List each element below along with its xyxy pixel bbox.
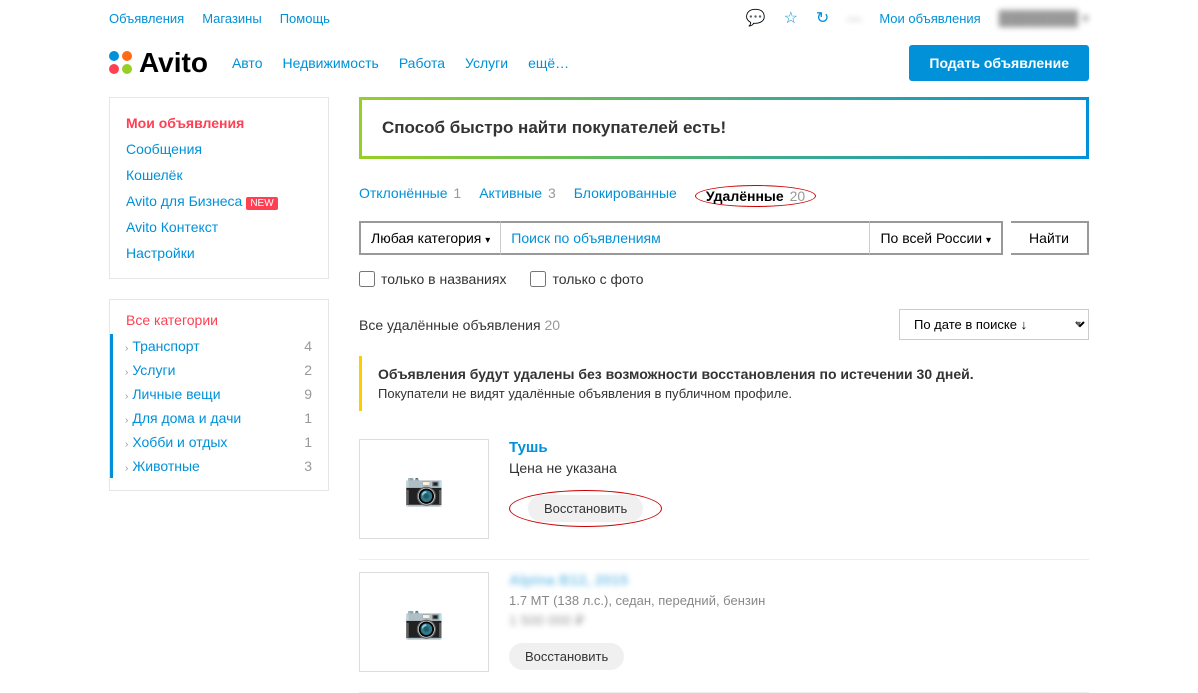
category-link[interactable]: Транспорт — [132, 338, 199, 354]
tab-count: 3 — [548, 185, 556, 201]
restore-highlight: Восстановить — [509, 490, 662, 527]
logo-dots-icon — [109, 51, 133, 75]
user-balance: — — [847, 10, 861, 26]
topbar-right: 💬 ☆ ↻ — Мои объявления ████████ ▾ — [746, 8, 1089, 28]
active-tab-highlight: Удалённые 20 — [695, 185, 816, 207]
item-thumbnail[interactable]: 📷 — [359, 572, 489, 672]
category-count: 1 — [304, 434, 312, 450]
tab-0[interactable]: Отклонённые — [359, 185, 448, 201]
category-count: 3 — [304, 458, 312, 474]
sidebar-item-4[interactable]: Avito Контекст — [126, 219, 218, 235]
favorites-icon[interactable]: ☆ — [784, 8, 798, 28]
sidebar-item-2[interactable]: Кошелёк — [126, 167, 183, 183]
nav-jobs[interactable]: Работа — [399, 55, 445, 71]
status-tabs: Отклонённые 1 Активные 3 Блокированные Удал… — [359, 179, 1089, 213]
category-item[interactable]: ›Транспорт4 — [110, 334, 328, 358]
category-count: 9 — [304, 386, 312, 402]
listing-item: 📷 Alpina B12, 2015 1.7 МТ (138 л.с.), седа… — [359, 560, 1089, 693]
promo-banner[interactable]: Способ быстро найти покупателей есть! — [359, 97, 1089, 159]
filter-with-photo[interactable]: только с фото — [530, 271, 643, 287]
search-input[interactable] — [501, 221, 869, 255]
category-link[interactable]: Для дома и дачи — [132, 410, 241, 426]
notifications-icon[interactable]: ↻ — [816, 8, 829, 28]
category-count: 2 — [304, 362, 312, 378]
category-select[interactable]: Любая категория ▾ — [359, 221, 501, 255]
search-filters: только в названиях только с фото — [359, 263, 1089, 303]
item-price: Цена не указана — [509, 460, 1089, 476]
category-link[interactable]: Хобби и отдых — [132, 434, 227, 450]
tab-count: 20 — [790, 188, 806, 204]
nav-more[interactable]: ещё… — [528, 55, 569, 71]
sidebar-item-5[interactable]: Настройки — [126, 245, 195, 261]
item-title[interactable]: Тушь — [509, 439, 548, 456]
nav-services[interactable]: Услуги — [465, 55, 508, 71]
sidebar-menu-block: Мои объявления Сообщения Кошелёк Avito для … — [109, 97, 329, 279]
messages-icon[interactable]: 💬 — [746, 8, 766, 28]
filter-titles-only[interactable]: только в названиях — [359, 271, 506, 287]
tab-count: 1 — [453, 185, 461, 201]
tab-2[interactable]: Блокированные — [574, 185, 677, 201]
topbar-link-shops[interactable]: Магазины — [202, 11, 262, 26]
logo[interactable]: Avito — [109, 47, 208, 79]
category-count: 4 — [304, 338, 312, 354]
category-link[interactable]: Личные вещи — [132, 386, 220, 402]
promo-banner-text: Способ быстро найти покупателей есть! — [382, 118, 1066, 138]
topbar-link-ads[interactable]: Объявления — [109, 11, 184, 26]
category-item[interactable]: ›Для дома и дачи1 — [110, 406, 328, 430]
user-name[interactable]: ████████ ▾ — [999, 10, 1089, 27]
item-thumbnail[interactable]: 📷 — [359, 439, 489, 539]
post-ad-button[interactable]: Подать объявление — [909, 45, 1089, 81]
category-count: 1 — [304, 410, 312, 426]
list-title: Все удалённые объявления 20 — [359, 317, 560, 333]
category-link[interactable]: Услуги — [132, 362, 175, 378]
item-desc: 1.7 МТ (138 л.с.), седан, передний, бенз… — [509, 593, 1089, 608]
nav-realty[interactable]: Недвижимость — [282, 55, 378, 71]
nav-auto[interactable]: Авто — [232, 55, 263, 71]
sidebar-categories-title: Все категории — [110, 300, 328, 334]
new-badge: NEW — [246, 197, 277, 210]
sort-select[interactable]: По дате в поиске ↓ — [899, 309, 1089, 340]
my-ads-link[interactable]: Мои объявления — [879, 11, 980, 26]
category-item[interactable]: ›Личные вещи9 — [110, 382, 328, 406]
tab-1[interactable]: Активные — [479, 185, 542, 201]
sidebar-item-3[interactable]: Avito для Бизнеса — [126, 193, 242, 209]
topbar-link-help[interactable]: Помощь — [280, 11, 330, 26]
item-title[interactable]: Alpina B12, 2015 — [509, 572, 628, 589]
item-price: 1 500 000 ₽ — [509, 612, 1089, 629]
topbar-left: Объявления Магазины Помощь — [109, 11, 330, 26]
search-bar: Любая категория ▾ По всей России ▾ Найти — [359, 221, 1089, 255]
sidebar-categories-block: Все категории ›Транспорт4›Услуги2›Личные… — [109, 299, 329, 491]
tab-3[interactable]: Удалённые — [706, 188, 784, 204]
restore-button[interactable]: Восстановить — [509, 643, 624, 670]
main-nav: Авто Недвижимость Работа Услуги ещё… — [232, 55, 569, 71]
category-item[interactable]: ›Услуги2 — [110, 358, 328, 382]
restore-button[interactable]: Восстановить — [528, 495, 643, 522]
search-button[interactable]: Найти — [1011, 221, 1089, 255]
region-select[interactable]: По всей России ▾ — [869, 221, 1003, 255]
category-link[interactable]: Животные — [132, 458, 200, 474]
sidebar-item-0[interactable]: Мои объявления — [126, 115, 244, 131]
category-item[interactable]: ›Животные3 — [110, 454, 328, 478]
deletion-notice: Объявления будут удалены без возможности… — [359, 356, 1089, 411]
listing-item: 📷 Тушь Цена не указана Восстановить — [359, 427, 1089, 560]
sidebar-item-1[interactable]: Сообщения — [126, 141, 202, 157]
logo-text: Avito — [139, 47, 208, 79]
category-item[interactable]: ›Хобби и отдых1 — [110, 430, 328, 454]
camera-icon: 📷 — [404, 603, 444, 641]
camera-icon: 📷 — [404, 470, 444, 508]
